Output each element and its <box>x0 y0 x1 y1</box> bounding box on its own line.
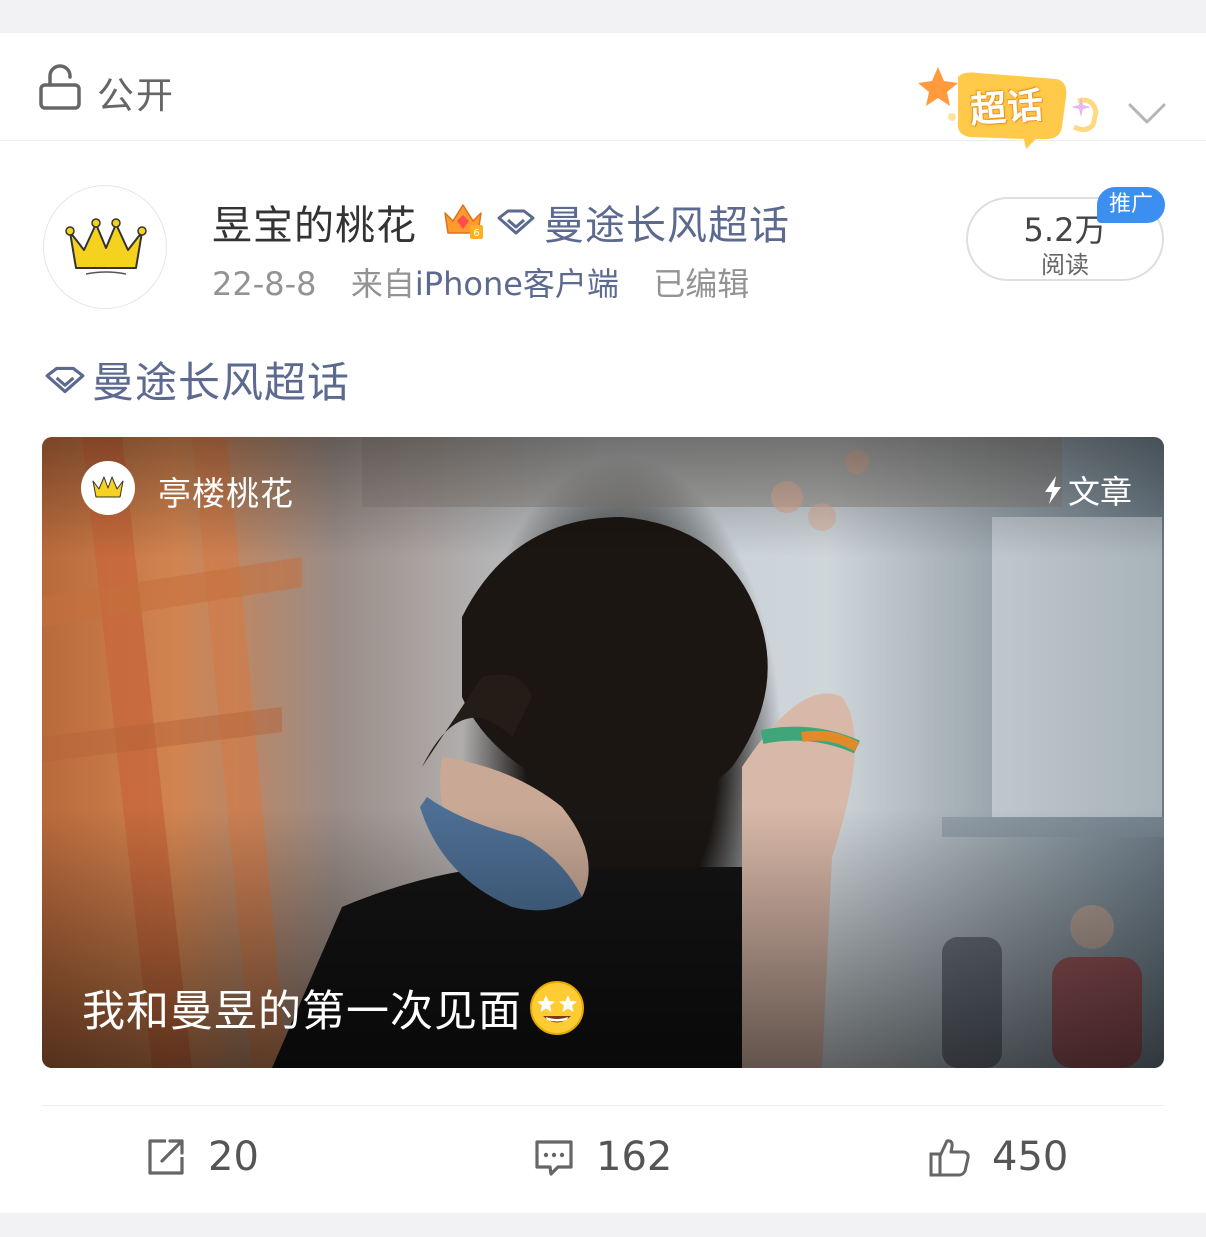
source-link[interactable]: iPhone客户端 <box>415 265 619 303</box>
crown-avatar-icon <box>92 476 124 498</box>
post-date: 22-8-8 <box>212 265 317 303</box>
diamond-icon <box>45 366 85 393</box>
article-type: 文章 <box>1042 467 1132 513</box>
chaohua-badge-label: 超话 <box>968 85 1046 132</box>
visibility-row: 公开 超话 <box>0 33 1206 149</box>
read-label: 阅读 <box>1041 251 1089 279</box>
comment-count: 162 <box>596 1134 673 1180</box>
action-bar: 20 162 450 <box>42 1105 1164 1213</box>
topic-link-header[interactable]: 曼途长风超话 <box>496 193 790 251</box>
comment-icon <box>535 1140 573 1176</box>
repost-icon <box>148 1139 184 1175</box>
promo-tag: 推广 <box>1097 187 1165 223</box>
like-button[interactable]: 450 <box>928 1134 1068 1180</box>
edited-label[interactable]: 已编辑 <box>653 265 749 303</box>
article-author-avatar <box>81 461 135 515</box>
thumbs-up-icon <box>929 1139 970 1177</box>
source-prefix: 来自 <box>350 265 415 303</box>
article-title-text: 我和曼昱的第一次见面 <box>82 987 522 1037</box>
chaohua-badge[interactable]: 超话 <box>918 57 1108 157</box>
crown-avatar-icon <box>65 218 147 275</box>
lock-open-icon <box>39 64 81 110</box>
star-struck-emoji-icon <box>530 981 584 1035</box>
bolt-icon <box>1045 476 1061 504</box>
repost-button[interactable]: 20 <box>144 1134 259 1180</box>
post-card: 公开 超话 昱宝的桃花 6 曼途长风超话 22-8-8 来自iPhone客户端 … <box>0 33 1206 1213</box>
topic-link-header-label: 曼途长风超话 <box>544 203 790 249</box>
article-title: 我和曼昱的第一次见面 <box>82 977 586 1039</box>
visibility-label: 公开 <box>97 74 175 117</box>
article-author-name: 亭楼桃花 <box>158 474 294 513</box>
svg-text:6: 6 <box>473 228 479 239</box>
article-type-label: 文章 <box>1068 473 1133 511</box>
topic-link-body[interactable]: 曼途长风超话 <box>44 349 350 410</box>
chevron-down-icon[interactable] <box>1127 101 1167 127</box>
topic-link-body-label: 曼途长风超话 <box>92 358 351 407</box>
article-card[interactable]: 亭楼桃花 文章 我和曼昱的第一次见面 <box>42 437 1164 1068</box>
avatar[interactable] <box>43 185 167 309</box>
post-meta: 22-8-8 来自iPhone客户端 已编辑 <box>212 259 749 305</box>
repost-count: 20 <box>208 1134 259 1180</box>
comment-button[interactable]: 162 <box>532 1134 672 1180</box>
like-count: 450 <box>992 1134 1069 1180</box>
crown-badge-icon: 6 <box>444 204 483 239</box>
username[interactable]: 昱宝的桃花 <box>212 193 417 251</box>
diamond-icon <box>497 209 535 235</box>
